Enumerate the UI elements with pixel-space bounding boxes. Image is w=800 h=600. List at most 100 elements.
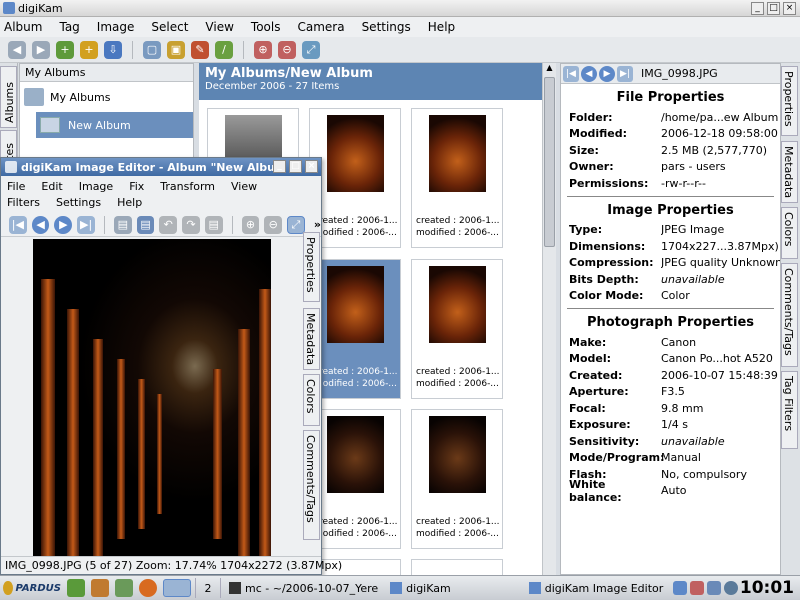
tab-albums[interactable]: Albums [0,66,17,128]
editor-menu-fix[interactable]: Fix [129,179,144,195]
editor-menu-help[interactable]: Help [117,195,142,211]
tray-printer-icon[interactable] [690,581,705,595]
edit-icon[interactable]: ✎ [191,40,209,59]
albums-icon [24,88,44,106]
scrollbar-thumb[interactable] [544,77,555,247]
thumbnail-item-selected[interactable]: created : 2006-1... modified : 2006-... [309,259,401,399]
settings-icon[interactable] [115,579,133,597]
menu-tag[interactable]: Tag [59,20,79,34]
zoom-in-icon[interactable]: ⊕ [254,40,272,59]
tray-network-icon[interactable] [707,581,722,595]
revert-icon[interactable]: ▤ [204,215,223,234]
forward-icon[interactable]: ▶ [32,40,50,59]
editor-tab-metadata[interactable]: Metadata [303,308,320,370]
add-images-icon[interactable]: + [80,40,98,59]
new-album-icon[interactable]: + [56,40,74,59]
save-icon[interactable]: ▤ [113,215,132,234]
editor-menu-edit[interactable]: Edit [41,179,62,195]
last-image-icon[interactable]: ▶| [617,65,633,82]
editor-menu-filters[interactable]: Filters [7,195,40,211]
tab-properties[interactable]: Properties [781,66,798,136]
menu-camera[interactable]: Camera [297,20,344,34]
menu-settings[interactable]: Settings [362,20,411,34]
task-terminal[interactable]: mc - ~/2006-10-07_Yere [225,578,382,598]
next-image-icon[interactable]: ▶ [599,65,615,82]
download-icon[interactable] [67,579,85,597]
prev-image-icon[interactable]: ◀ [581,65,597,82]
pencil-icon[interactable]: / [215,40,233,59]
import-icon[interactable]: ⇩ [104,40,122,59]
image-icon[interactable]: ▣ [167,40,185,59]
thumbnail-item[interactable]: created : 2006-1... modified : 2006-... [411,108,503,248]
task-terminal-label: mc - ~/2006-10-07_Yere [245,581,379,595]
minimize-button[interactable]: _ [751,1,764,15]
image-editor-window: digiKam Image Editor - Album "New Album"… [0,157,342,575]
thumbnail-scrollbar[interactable]: ▲ [542,63,556,575]
first-icon[interactable]: |◀ [9,215,27,234]
tray-clipboard-icon[interactable] [673,581,688,595]
thumbnail-item[interactable] [411,559,503,575]
undo-icon[interactable]: ↶ [159,215,178,234]
close-button[interactable]: × [783,1,796,15]
zoom-out-icon[interactable]: ⊖ [264,215,283,234]
editor-menu-transform[interactable]: Transform [160,179,215,195]
redo-icon[interactable]: ↷ [182,215,200,234]
task-image-editor-label: digiKam Image Editor [544,581,664,595]
menu-image[interactable]: Image [97,20,135,34]
menu-help[interactable]: Help [428,20,455,34]
view-icon[interactable]: ▢ [143,40,161,59]
prop-key: Permissions: [569,176,649,190]
tab-tag-filters[interactable]: Tag Filters [781,371,798,449]
menu-view[interactable]: View [205,20,233,34]
fullscreen-icon[interactable]: ⤢ [302,40,320,59]
thumbnail-item[interactable]: created : 2006-1... modified : 2006-... [411,259,503,399]
thumbnail-item[interactable]: created : 2006-1... modified : 2006-... [309,409,401,549]
menu-album[interactable]: Album [4,20,42,34]
maximize-button[interactable]: □ [767,1,780,15]
prop-key: Created: [569,368,623,382]
thumbnail-item[interactable]: created : 2006-1... modified : 2006-... [309,108,401,248]
image-properties-heading: Image Properties [607,202,734,218]
prev-icon[interactable]: ◀ [31,215,50,234]
column-shape [117,359,125,539]
last-icon[interactable]: ▶| [77,215,95,234]
desktop-1-icon[interactable] [163,579,191,597]
editor-tab-colors[interactable]: Colors [303,374,320,426]
tab-metadata[interactable]: Metadata [781,141,798,203]
home-icon[interactable] [91,579,109,597]
editor-menu-file[interactable]: File [7,179,25,195]
thumbnail-image [429,266,486,343]
back-icon[interactable]: ◀ [8,40,26,59]
first-image-icon[interactable]: |◀ [563,65,579,82]
editor-tab-properties[interactable]: Properties [303,232,320,302]
save-as-icon[interactable]: ▤ [136,215,155,234]
tab-colors[interactable]: Colors [781,207,798,259]
start-menu-button[interactable]: PARDUS [3,578,61,598]
album-new-album[interactable]: New Album [36,112,193,138]
desktop-2-button[interactable]: 2 [195,578,221,598]
file-properties-list: Folder: /home/pa...ew Album Modified: 2006… [561,109,780,192]
task-digikam[interactable]: digiKam [386,578,455,598]
editor-maximize-button[interactable]: □ [289,160,302,173]
editor-minimize-button[interactable]: _ [273,160,286,173]
editor-menu-view[interactable]: View [231,179,257,195]
menu-tools[interactable]: Tools [251,20,281,34]
zoom-out-icon[interactable]: ⊖ [278,40,296,59]
zoom-in-icon[interactable]: ⊕ [241,215,260,234]
editor-toolbar: |◀ ◀ ▶ ▶| ▤ ▤ ↶ ↷ ▤ ⊕ ⊖ ⤢ » [1,213,321,237]
prop-key: Model: [569,352,612,366]
tab-comments-tags[interactable]: Comments/Tags [781,263,798,367]
next-icon[interactable]: ▶ [54,215,73,234]
firefox-icon[interactable] [139,579,157,597]
editor-menu-settings[interactable]: Settings [56,195,101,211]
album-root[interactable]: My Albums [20,82,193,112]
thumbnail-item[interactable]: created : 2006-1... modified : 2006-... [411,409,503,549]
scroll-up-arrow[interactable]: ▲ [543,63,556,75]
tray-volume-icon[interactable] [724,581,739,595]
task-image-editor[interactable]: digiKam Image Editor [525,578,668,598]
editor-close-button[interactable]: × [305,160,318,173]
editor-tab-comments-tags[interactable]: Comments/Tags [303,430,320,540]
menu-select[interactable]: Select [151,20,188,34]
editor-menu-image[interactable]: Image [79,179,113,195]
editor-image-canvas[interactable] [33,239,271,557]
